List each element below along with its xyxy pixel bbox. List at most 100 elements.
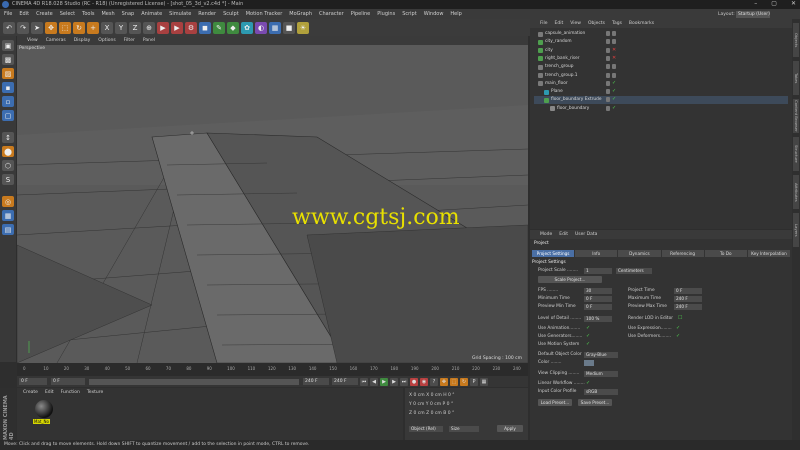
key-param-icon[interactable]: P (470, 377, 478, 386)
side-tab-objects[interactable]: Objects (793, 23, 799, 57)
viewport-menu-panel[interactable]: Panel (143, 38, 155, 43)
object-name[interactable]: city (545, 47, 553, 55)
default-color-dropdown[interactable]: Gray-Blue (584, 352, 618, 358)
coord-mode-dropdown[interactable]: Object (Rel) (409, 426, 443, 432)
object-row[interactable]: floor_boundary Extrude ✓ (534, 96, 788, 105)
timeline-ruler[interactable]: 0 10 20 30 40 50 60 70 80 90 100 110 120 130 140 150 160… (17, 366, 528, 372)
tab-project-settings[interactable]: Project Settings (532, 250, 575, 257)
menu-mograph[interactable]: MoGraph (289, 11, 312, 17)
linear-workflow-checkbox[interactable]: ✓ (586, 381, 590, 386)
menu-create[interactable]: Create (36, 11, 53, 17)
object-row[interactable]: floor_boundary ✓ (534, 105, 788, 113)
editor-visibility-dot-icon[interactable] (606, 72, 610, 78)
object-menu-view[interactable]: View (570, 21, 581, 26)
coord-system-icon[interactable]: ⊕ (143, 21, 155, 34)
menu-edit[interactable]: Edit (19, 11, 29, 17)
object-row[interactable]: city ✕ (534, 47, 788, 55)
viewport-menu-cameras[interactable]: Cameras (46, 38, 66, 43)
view-clipping-dropdown[interactable]: Medium (584, 371, 618, 377)
viewport[interactable]: Perspective Grid Spacing : 100 cm www.cg… (17, 45, 528, 363)
enable-toggle-icon[interactable] (612, 31, 616, 36)
color-swatch[interactable] (584, 360, 594, 366)
keyframe-selection-icon[interactable]: ? (430, 377, 438, 386)
use-animation-checkbox[interactable]: ✓ (586, 326, 590, 331)
editor-visibility-dot-icon[interactable] (606, 97, 610, 103)
side-tab-layers[interactable]: Layers (793, 213, 799, 247)
project-scale-field[interactable]: 1 (584, 268, 612, 274)
editor-visibility-dot-icon[interactable] (606, 31, 610, 36)
axis-mode-icon[interactable]: ↕ (2, 132, 14, 143)
object-name[interactable]: Plane (551, 88, 563, 96)
side-tab-structure[interactable]: Structure (793, 137, 799, 171)
minimize-button[interactable]: – (754, 0, 757, 7)
enable-toggle-icon[interactable] (612, 64, 616, 70)
menu-mesh[interactable]: Mesh (101, 11, 114, 17)
max-frame-field[interactable]: 240 F (332, 378, 358, 385)
menu-render[interactable]: Render (198, 11, 216, 17)
enable-toggle-icon[interactable] (612, 39, 616, 45)
menu-help[interactable]: Help (450, 11, 461, 17)
tab-dynamics[interactable]: Dynamics (618, 250, 661, 257)
array-icon[interactable]: ✿ (241, 21, 253, 34)
select-arrow-icon[interactable]: ➤ (31, 21, 43, 34)
viewport-menu-display[interactable]: Display (74, 38, 91, 43)
editor-visibility-dot-icon[interactable] (606, 47, 610, 53)
play-icon[interactable]: ▶ (380, 377, 388, 386)
load-preset-button[interactable]: Load Preset... (538, 399, 572, 406)
enable-toggle-icon[interactable]: ✓ (612, 97, 616, 102)
object-row[interactable]: Plane ✓ (534, 88, 788, 96)
coord-row-x[interactable]: X 0 cm X 0 cm H 0 ° (409, 393, 455, 398)
side-tab-attributes[interactable]: Attributes (793, 175, 799, 209)
next-key-icon[interactable]: ▶ (390, 377, 398, 386)
goto-start-icon[interactable]: ⏮ (360, 377, 368, 386)
layout-dropdown[interactable]: Startup (User) (736, 11, 770, 18)
use-deformers-checkbox[interactable]: ✓ (676, 334, 680, 339)
fps-field[interactable]: 30 (584, 288, 612, 294)
editor-visibility-dot-icon[interactable] (606, 89, 610, 95)
key-position-icon[interactable]: ✥ (440, 377, 448, 386)
material-menu-texture[interactable]: Texture (87, 390, 103, 395)
menu-pipeline[interactable]: Pipeline (351, 11, 371, 17)
menu-simulate[interactable]: Simulate (169, 11, 191, 17)
render-view-icon[interactable]: ▶ (157, 21, 169, 34)
object-menu-bookmarks[interactable]: Bookmarks (629, 21, 654, 26)
cube-icon[interactable]: ◼ (199, 21, 211, 34)
planar-workplane-icon[interactable]: ▦ (2, 210, 14, 221)
use-generators-checkbox[interactable]: ✓ (586, 334, 590, 339)
enable-toggle-icon[interactable]: ✓ (612, 80, 616, 86)
workplane-icon[interactable]: S (2, 174, 14, 185)
key-rotation-icon[interactable]: ↻ (460, 377, 468, 386)
locked-workplane-icon[interactable]: ◎ (2, 196, 14, 207)
soft-selection-icon[interactable]: ⬡ (2, 160, 14, 171)
project-scale-unit-dropdown[interactable]: Centimeters (616, 268, 652, 274)
use-expression-checkbox[interactable]: ✓ (676, 326, 680, 331)
tab-referencing[interactable]: Referencing (661, 250, 704, 257)
object-menu-objects[interactable]: Objects (588, 21, 605, 26)
enable-toggle-icon[interactable]: ✓ (612, 89, 616, 94)
enable-toggle-icon[interactable] (612, 72, 616, 78)
menu-animate[interactable]: Animate (141, 11, 162, 17)
prev-key-icon[interactable]: ◀ (370, 377, 378, 386)
object-name[interactable]: trench_group.1 (545, 72, 578, 80)
menu-script[interactable]: Script (402, 11, 417, 17)
object-row[interactable]: capsule_animation (534, 30, 788, 38)
menu-plugins[interactable]: Plugins (377, 11, 395, 17)
editor-visibility-dot-icon[interactable] (606, 80, 610, 86)
maximize-button[interactable]: ▢ (771, 0, 777, 7)
object-row[interactable]: city_random (534, 38, 788, 46)
coord-row-y[interactable]: Y 0 cm Y 0 cm P 0 ° (409, 402, 453, 407)
object-row[interactable]: trench_group (534, 63, 788, 71)
material-name[interactable]: Mat_No (33, 419, 50, 424)
project-time-field[interactable]: 0 F (674, 288, 702, 294)
max-time-field[interactable]: 240 F (674, 296, 702, 302)
move-tool-icon[interactable]: ✥ (45, 21, 57, 34)
menu-sculpt[interactable]: Sculpt (223, 11, 239, 17)
edges-mode-icon[interactable]: ▫ (2, 96, 14, 107)
render-lod-checkbox[interactable]: ☐ (678, 316, 682, 321)
scene-floor-icon[interactable]: ▦ (269, 21, 281, 34)
material-menu-function[interactable]: Function (61, 390, 80, 395)
autokey-icon[interactable]: ◉ (420, 377, 428, 386)
attribute-menu-mode[interactable]: Mode (540, 232, 552, 237)
material-preview[interactable] (35, 400, 53, 418)
points-mode-icon[interactable]: ▪ (2, 82, 14, 93)
